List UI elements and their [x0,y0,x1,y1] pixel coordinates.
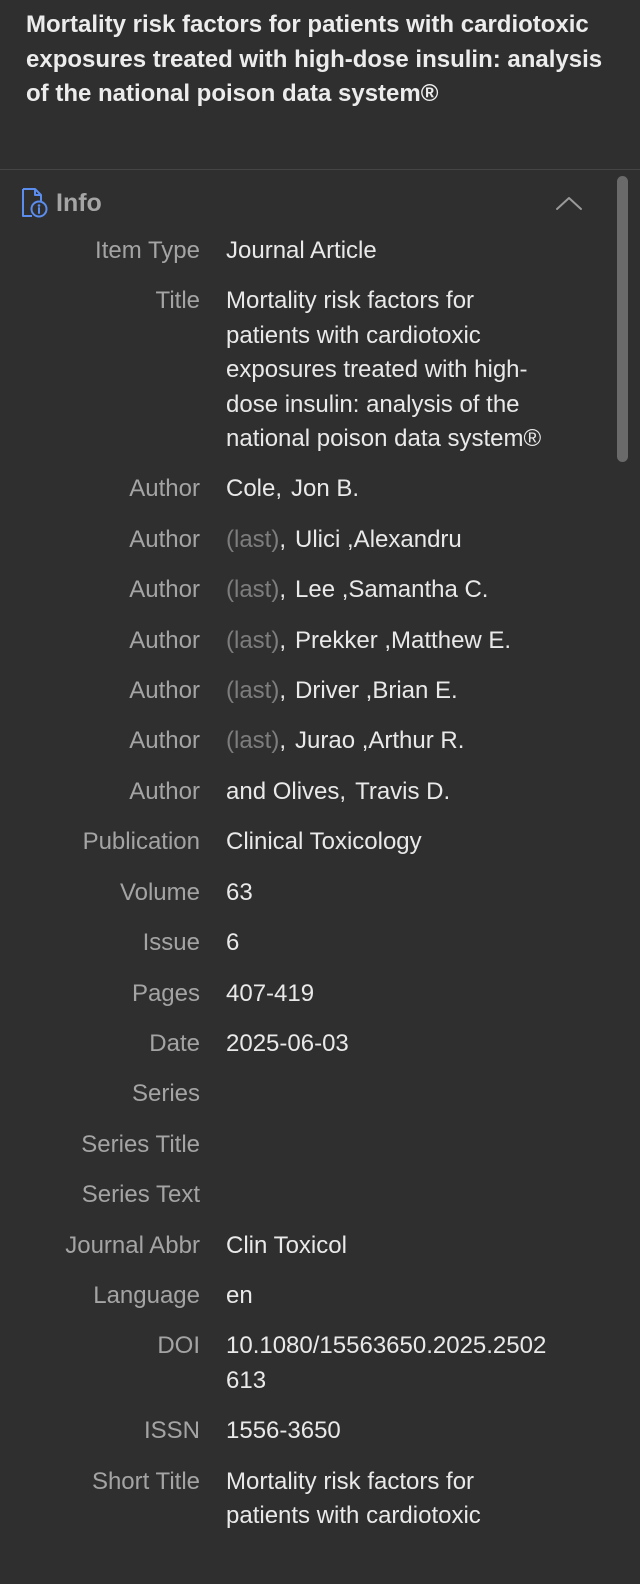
author-last-name[interactable]: and Olives [226,778,339,805]
field-label: DOI [157,1332,200,1360]
item-title-heading: Mortality risk factors for patients with… [26,11,603,107]
author-last-name[interactable]: (last) [226,627,279,654]
field-label: Author [129,677,200,705]
field-label: Series Text [81,1181,200,1209]
field-label: Issue [142,929,200,957]
field-label: Short Title [91,1467,200,1495]
author-separator: , [279,677,287,705]
language-value[interactable]: en [226,1279,556,1313]
author-first-name[interactable]: Jurao ,Arthur R. [295,727,464,754]
field-label: Author [129,626,200,654]
author-last-name[interactable]: (last) [226,677,279,704]
field-row-author: Author (last), Driver ,Brian E. [0,674,606,708]
field-row-short-title: Short Title Mortality risk factors for p… [0,1465,606,1534]
series-title-value[interactable] [226,1128,556,1162]
field-row-series-text: Series Text [0,1178,606,1212]
field-row-publication: Publication Clinical Toxicology [0,825,606,859]
field-row-issn: ISSN 1556-3650 [0,1414,606,1448]
author-separator: , [275,475,283,503]
field-label: Item Type [95,237,200,264]
field-label: Author [129,777,200,805]
author-value: and Olives, Travis D. [226,775,556,809]
title-value[interactable]: Mortality risk factors for patients with… [226,284,556,456]
series-text-value[interactable] [226,1178,556,1212]
field-row-author: Author (last), Prekker ,Matthew E. [0,624,606,658]
author-separator: , [279,727,287,755]
author-last-name[interactable]: (last) [226,576,279,603]
field-label: Language [93,1281,200,1309]
chevron-up-icon[interactable] [552,190,586,216]
field-row-title: Title Mortality risk factors for patient… [0,284,606,456]
author-value: (last), Ulici ,Alexandru [226,523,556,557]
document-info-icon [22,188,48,218]
author-separator: , [339,777,347,805]
info-fields: Item Type Journal Article Title Mortalit… [0,234,606,1549]
author-separator: , [279,576,287,604]
scrollbar-thumb[interactable] [617,176,628,462]
field-label: Publication [82,828,200,856]
pages-value[interactable]: 407-419 [226,977,556,1011]
short-title-value[interactable]: Mortality risk factors for patients with… [226,1465,556,1534]
journal-abbr-value[interactable]: Clin Toxicol [226,1229,556,1263]
author-value: (last), Jurao ,Arthur R. [226,724,556,758]
author-first-name[interactable]: Lee ,Samantha C. [295,576,488,603]
author-separator: , [279,626,287,654]
field-row-issue: Issue 6 [0,926,606,960]
author-value: (last), Prekker ,Matthew E. [226,624,556,658]
field-row-language: Language en [0,1279,606,1313]
author-last-name[interactable]: (last) [226,727,279,754]
field-row-author: Author (last), Jurao ,Arthur R. [0,724,606,758]
field-row-author: Author Cole, Jon B. [0,472,606,506]
author-separator: , [279,525,287,553]
field-row-series: Series [0,1077,606,1111]
issue-value[interactable]: 6 [226,926,556,960]
field-row-author: Author (last), Lee ,Samantha C. [0,573,606,607]
field-label: Journal Abbr [65,1231,200,1259]
field-label: Author [129,576,200,604]
issn-value[interactable]: 1556-3650 [226,1414,556,1448]
author-value: Cole, Jon B. [226,472,556,506]
author-last-name[interactable]: Cole [226,475,275,502]
field-label: Volume [119,878,200,906]
section-title: Info [56,189,102,217]
series-value[interactable] [226,1077,556,1111]
author-value: (last), Lee ,Samantha C. [226,573,556,607]
field-label: Series Title [81,1130,200,1158]
doi-value[interactable]: 10.1080/15563650.2025.2502613 [226,1329,556,1398]
field-label: Author [129,727,200,755]
field-label: Title [155,287,200,315]
field-label: Date [149,1029,200,1057]
field-row-author: Author and Olives, Travis D. [0,775,606,809]
field-row-date: Date 2025-06-03 [0,1027,606,1061]
publication-value[interactable]: Clinical Toxicology [226,825,556,859]
item-header: Mortality risk factors for patients with… [0,0,640,170]
author-first-name[interactable]: Driver ,Brian E. [295,677,458,704]
field-label: Author [129,475,200,503]
field-label: Pages [131,979,200,1007]
field-row-volume: Volume 63 [0,876,606,910]
author-first-name[interactable]: Jon B. [291,475,359,502]
field-label: Series [131,1080,200,1108]
field-label: Author [129,525,200,553]
author-last-name[interactable]: (last) [226,526,279,553]
field-row-item-type: Item Type Journal Article [0,234,606,268]
info-section-header[interactable]: Info [0,182,606,224]
volume-value[interactable]: 63 [226,876,556,910]
field-row-journal-abbr: Journal Abbr Clin Toxicol [0,1229,606,1263]
author-first-name[interactable]: Prekker ,Matthew E. [295,627,511,654]
author-first-name[interactable]: Travis D. [355,778,450,805]
field-row-author: Author (last), Ulici ,Alexandru [0,523,606,557]
item-type-value[interactable]: Journal Article [226,234,556,268]
field-label: ISSN [143,1417,200,1445]
author-value: (last), Driver ,Brian E. [226,674,556,708]
field-row-pages: Pages 407-419 [0,977,606,1011]
author-first-name[interactable]: Ulici ,Alexandru [295,526,462,553]
date-value[interactable]: 2025-06-03 [226,1027,556,1061]
field-row-doi: DOI 10.1080/15563650.2025.2502613 [0,1329,606,1398]
field-row-series-title: Series Title [0,1128,606,1162]
